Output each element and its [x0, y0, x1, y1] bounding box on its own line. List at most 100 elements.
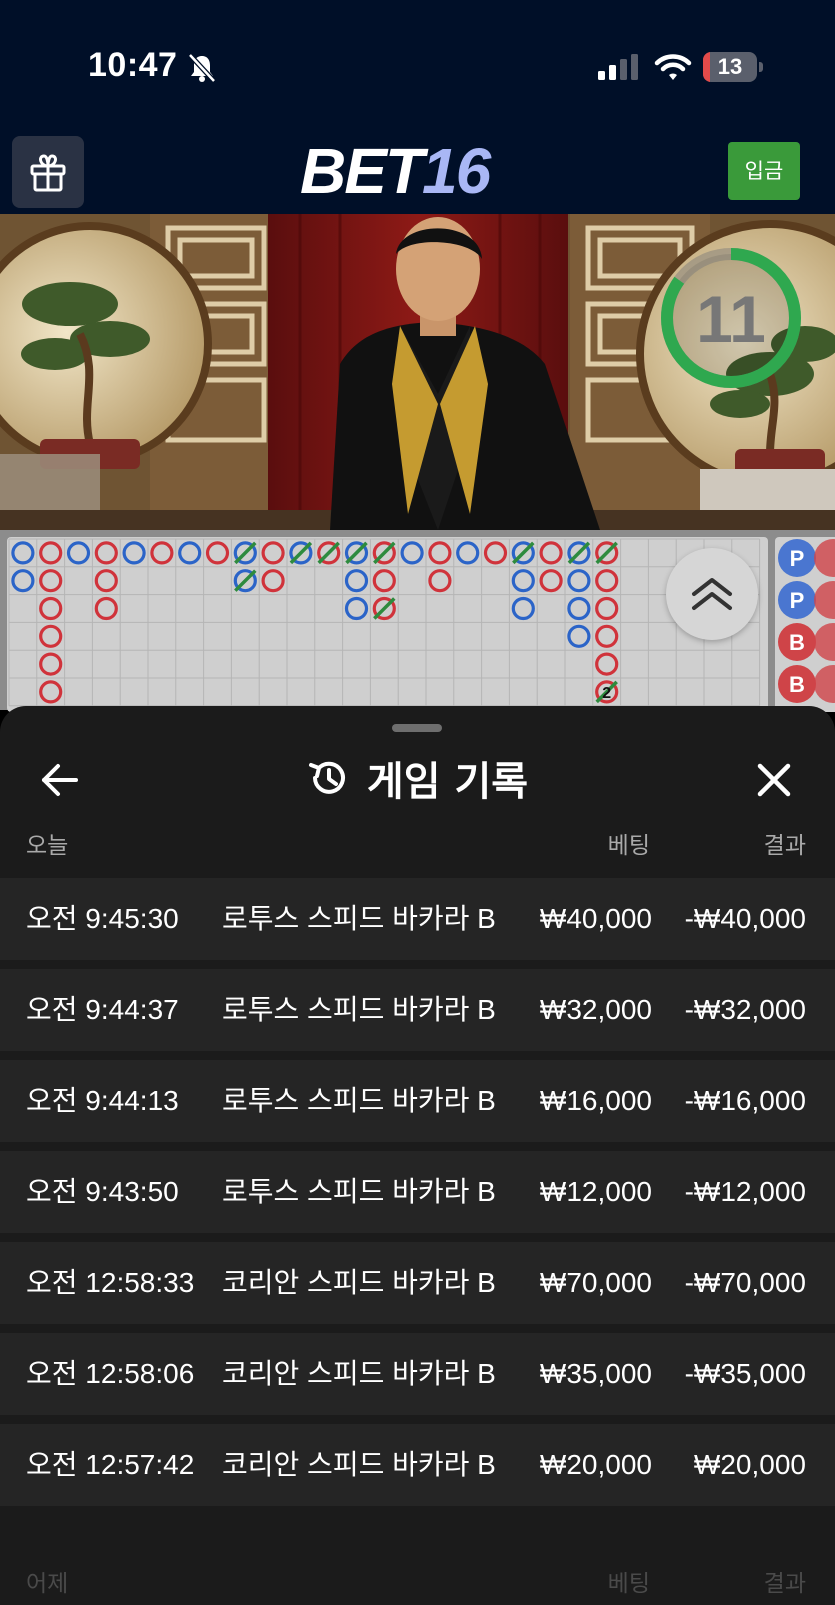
row-result: -₩35,000 [684, 1358, 806, 1389]
road-banker-bead [595, 569, 619, 593]
bead-plate-svg: P P B B [778, 539, 835, 703]
bet16-logo[interactable]: BET16 [300, 136, 540, 206]
road-banker-bead [39, 541, 63, 565]
countdown-value: 11 [696, 282, 766, 356]
road-banker-bead [205, 541, 230, 565]
road-banker-bead [39, 680, 63, 704]
chevron-double-up-icon [692, 578, 732, 610]
bell-slash-icon [188, 53, 216, 83]
history-row[interactable]: 오전 9:44:37 로투스 스피드 바카라 B ₩32,000 -₩32,00… [0, 969, 835, 1051]
road-banker-bead [595, 624, 619, 648]
cellular-signal-icon [598, 54, 638, 80]
road-banker-bead [150, 541, 174, 565]
row-result: ₩20,000 [693, 1449, 806, 1480]
sheet-drag-handle[interactable] [392, 724, 442, 732]
road-banker-bead [39, 569, 63, 593]
row-time: 오전 12:57:42 [26, 1449, 195, 1480]
road-player-bead [567, 569, 591, 593]
road-player-bead [178, 541, 202, 565]
row-time: 오전 12:58:33 [26, 1267, 195, 1298]
road-banker-bead [94, 596, 118, 621]
road-banker-bead [539, 569, 563, 593]
yesterday-column-header: 어제 베팅 결과 [0, 1556, 835, 1597]
road-banker-bead [372, 569, 396, 593]
row-result: -₩70,000 [684, 1267, 806, 1298]
road-banker-bead [595, 596, 619, 621]
history-row[interactable]: 오전 9:44:13 로투스 스피드 바카라 B ₩16,000 -₩16,00… [0, 1060, 835, 1142]
road-player-bead [567, 624, 591, 648]
row-game: 로투스 스피드 바카라 B [222, 1085, 496, 1116]
svg-text:P: P [790, 588, 805, 613]
game-history-sheet: 게임 기록 오늘 베팅 결과 오전 9:45:30 로투스 스피드 바카라 B … [0, 706, 835, 1605]
road-player-bead [66, 541, 91, 565]
gift-button[interactable] [12, 136, 84, 208]
history-row[interactable]: 오전 12:58:33 코리안 스피드 바카라 B ₩70,000 -₩70,0… [0, 1242, 835, 1324]
road-banker-bead [39, 596, 63, 621]
sheet-header: 게임 기록 [0, 736, 835, 820]
road-banker-bead [261, 541, 285, 565]
road-player-bead [511, 596, 535, 621]
road-banker-bead [539, 541, 563, 565]
live-video-feed[interactable]: 11 [0, 214, 835, 530]
roadmap-expand-button[interactable] [666, 548, 758, 640]
bead-plate: P P B B [775, 537, 835, 712]
result-column-label: 결과 [763, 833, 806, 859]
row-bet: ₩32,000 [539, 994, 652, 1025]
row-game: 코리안 스피드 바카라 B [222, 1449, 496, 1480]
countdown-timer: 11 [661, 248, 801, 388]
deposit-button[interactable]: 입금 [728, 142, 800, 200]
road-player-bead [456, 541, 480, 565]
logo-text-bet: BET [300, 135, 424, 207]
row-game: 로투스 스피드 바카라 B [222, 1176, 496, 1207]
row-bet: ₩70,000 [539, 1267, 652, 1298]
road-player-bead [11, 541, 35, 565]
svg-text:B: B [789, 630, 805, 655]
today-column-header: 오늘 베팅 결과 [0, 826, 835, 862]
roadmap-grid-svg: 2 [8, 538, 761, 707]
today-label: 오늘 [26, 833, 69, 859]
history-row[interactable]: 오전 9:45:30 로투스 스피드 바카라 B ₩40,000 -₩40,00… [0, 878, 835, 960]
row-game: 코리안 스피드 바카라 B [222, 1267, 496, 1298]
road-banker-bead [428, 569, 452, 593]
row-bet: ₩35,000 [539, 1358, 652, 1389]
yesterday-bet-label: 베팅 [607, 1571, 650, 1597]
history-row[interactable]: 오전 9:43:50 로투스 스피드 바카라 B ₩12,000 -₩12,00… [0, 1151, 835, 1233]
svg-text:B: B [789, 672, 805, 697]
road-player-bead [400, 541, 424, 565]
row-game: 코리안 스피드 바카라 B [222, 1358, 496, 1389]
row-time: 오전 9:43:50 [26, 1176, 179, 1207]
road-banker-bead [39, 624, 63, 648]
yesterday-result-label: 결과 [763, 1571, 806, 1597]
sheet-title: 게임 기록 [366, 759, 529, 805]
wifi-icon [654, 54, 692, 80]
bead-p-1: P [778, 539, 816, 577]
history-row[interactable]: 오전 12:57:42 코리안 스피드 바카라 B ₩20,000 ₩20,00… [0, 1424, 835, 1506]
road-banker-bead [261, 569, 285, 593]
row-result: -₩40,000 [684, 903, 806, 934]
row-bet: ₩12,000 [539, 1176, 652, 1207]
close-icon[interactable] [752, 758, 796, 802]
logo-text-16: 16 [422, 135, 491, 207]
yesterday-label: 어제 [26, 1571, 69, 1597]
gift-icon [30, 154, 66, 192]
history-icon [308, 761, 345, 794]
sheet-title-group: 게임 기록 [0, 750, 835, 806]
bead-roadmap[interactable]: 2 P P B B [0, 530, 835, 712]
dealer-video-scene: 11 [0, 214, 835, 530]
bead-b-2: B [778, 665, 816, 703]
battery-tip [759, 62, 763, 72]
status-bar: 10:47 13 [0, 0, 835, 132]
row-bet: ₩40,000 [539, 903, 652, 934]
road-player-bead [344, 569, 369, 593]
svg-text:P: P [790, 546, 805, 571]
row-result: -₩32,000 [684, 994, 806, 1025]
road-player-bead [122, 541, 146, 565]
road-player-bead [11, 569, 35, 593]
row-result: -₩16,000 [684, 1085, 806, 1116]
history-row[interactable]: 오전 12:58:06 코리안 스피드 바카라 B ₩35,000 -₩35,0… [0, 1333, 835, 1415]
row-result: -₩12,000 [684, 1176, 806, 1207]
status-time: 10:47 [88, 46, 178, 84]
bead-p-2: P [778, 581, 816, 619]
roadmap-grid: 2 [7, 537, 768, 712]
battery-icon: 13 [703, 52, 757, 82]
